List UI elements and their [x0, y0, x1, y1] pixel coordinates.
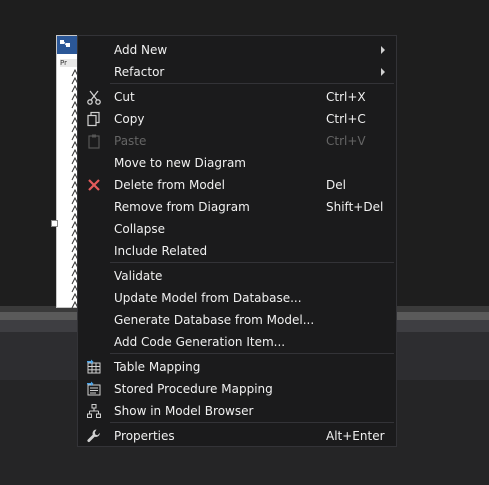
menu-item-delete-from-model[interactable]: Delete from Model Del: [78, 174, 396, 196]
menu-item-label: Paste: [114, 134, 147, 148]
entity-icon: [60, 40, 70, 47]
menu-item-move-to-new-diagram[interactable]: Move to new Diagram: [78, 152, 396, 174]
menu-item-label: Add New: [114, 43, 168, 57]
submenu-arrow-icon: [381, 46, 385, 54]
menu-item-show-in-model-browser[interactable]: Show in Model Browser: [78, 400, 396, 422]
menu-item-label: Show in Model Browser: [114, 404, 254, 418]
context-menu: Add New Refactor Cut Ctrl+X Copy Ctrl+C Paste C…: [77, 35, 397, 447]
menu-item-label: Stored Procedure Mapping: [114, 382, 273, 396]
menu-item-paste[interactable]: Paste Ctrl+V: [78, 130, 396, 152]
menu-item-add-code-generation-item[interactable]: Add Code Generation Item...: [78, 331, 396, 353]
menu-item-remove-from-diagram[interactable]: Remove from Diagram Shift+Del: [78, 196, 396, 218]
menu-item-cut[interactable]: Cut Ctrl+X: [78, 86, 396, 108]
menu-item-label: Properties: [114, 429, 175, 443]
menu-item-label: Validate: [114, 269, 163, 283]
menu-item-add-new[interactable]: Add New: [78, 39, 396, 61]
menu-item-label: Cut: [114, 90, 135, 104]
delete-x-icon: [86, 177, 102, 193]
menu-item-refactor[interactable]: Refactor: [78, 61, 396, 83]
menu-item-collapse[interactable]: Collapse: [78, 218, 396, 240]
menu-item-shortcut: Ctrl+C: [326, 112, 366, 126]
menu-item-label: Include Related: [114, 244, 208, 258]
menu-item-update-model-from-database[interactable]: Update Model from Database...: [78, 287, 396, 309]
table-mapping-icon: [86, 359, 102, 375]
menu-item-stored-procedure-mapping[interactable]: Stored Procedure Mapping: [78, 378, 396, 400]
menu-separator: [110, 353, 394, 354]
menu-item-properties[interactable]: Properties Alt+Enter: [78, 425, 396, 447]
scissors-icon: [86, 89, 102, 105]
menu-item-label: Copy: [114, 112, 145, 126]
resize-handle[interactable]: [51, 220, 58, 227]
menu-item-shortcut: Shift+Del: [326, 200, 384, 214]
menu-item-shortcut: Del: [326, 178, 346, 192]
wrench-icon: [86, 428, 102, 444]
submenu-arrow-icon: [381, 68, 385, 76]
menu-separator: [110, 262, 394, 263]
menu-item-table-mapping[interactable]: Table Mapping: [78, 356, 396, 378]
menu-item-label: Generate Database from Model...: [114, 313, 315, 327]
copy-icon: [86, 111, 102, 127]
model-browser-icon: [86, 403, 102, 419]
menu-item-copy[interactable]: Copy Ctrl+C: [78, 108, 396, 130]
menu-item-label: Table Mapping: [114, 360, 201, 374]
menu-item-label: Collapse: [114, 222, 165, 236]
menu-item-label: Move to new Diagram: [114, 156, 246, 170]
menu-separator: [110, 422, 394, 423]
menu-item-shortcut: Alt+Enter: [326, 429, 385, 443]
menu-item-shortcut: Ctrl+V: [326, 134, 366, 148]
menu-item-label: Remove from Diagram: [114, 200, 250, 214]
menu-item-generate-database-from-model[interactable]: Generate Database from Model...: [78, 309, 396, 331]
menu-item-shortcut: Ctrl+X: [326, 90, 366, 104]
menu-item-validate[interactable]: Validate: [78, 265, 396, 287]
menu-item-label: Refactor: [114, 65, 165, 79]
menu-item-label: Update Model from Database...: [114, 291, 302, 305]
menu-item-label: Delete from Model: [114, 178, 226, 192]
menu-separator: [110, 83, 394, 84]
menu-item-include-related[interactable]: Include Related: [78, 240, 396, 262]
stored-procedure-icon: [86, 381, 102, 397]
paste-icon: [86, 133, 102, 149]
menu-item-label: Add Code Generation Item...: [114, 335, 286, 349]
